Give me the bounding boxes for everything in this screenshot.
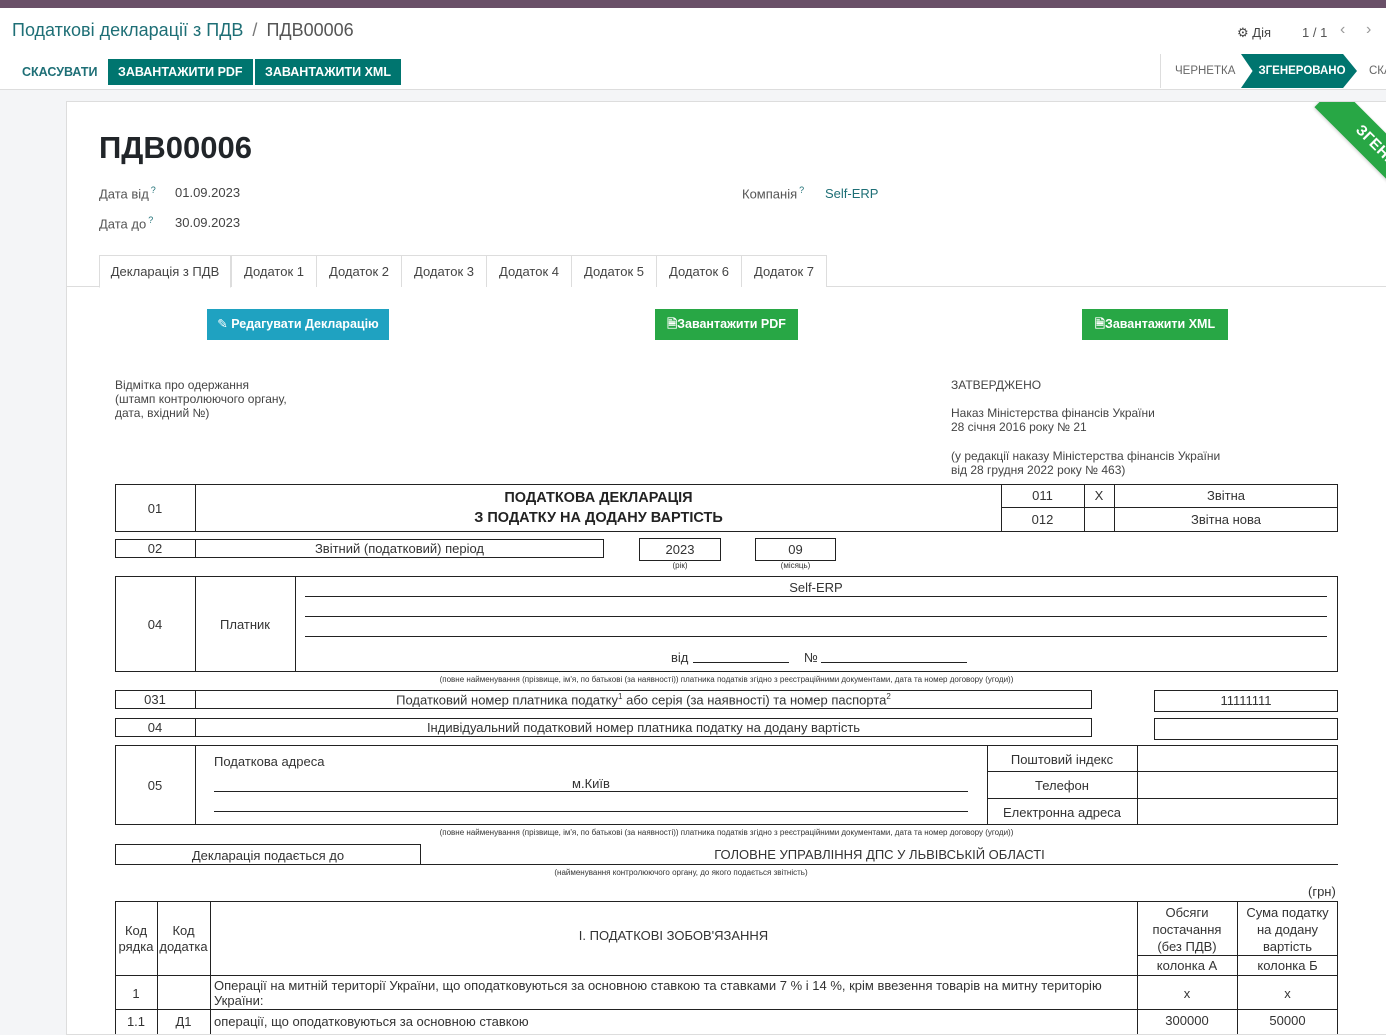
divider [214,791,968,792]
cancel-button[interactable]: СКАСУВАТИ [12,59,107,85]
authority-note: (найменування контролюючого органу, до я… [554,868,808,877]
row-col-b[interactable]: 50000 [1237,1013,1338,1028]
status-generated[interactable]: ЗГЕНЕРОВАНО [1241,54,1357,88]
status-draft[interactable]: ЧЕРНЕТКА [1175,54,1235,88]
declaration-form: Відмітка про одержання (штамп контролюючо… [67,102,1386,1034]
payer-name[interactable]: Self-ERP [305,580,1327,595]
download-pdf-button[interactable]: ЗАВАНТАЖИТИ PDF [108,59,253,85]
vat-id-field[interactable] [1154,718,1338,740]
divider [214,811,968,812]
row-appendix: Д1 [175,1014,192,1029]
section-1-title: І. ПОДАТКОВІ ЗОБОВ'ЯЗАННЯ [578,928,769,943]
order-note: Наказ Міністерства фінансів України 28 сі… [951,406,1155,434]
breadcrumb-parent[interactable]: Податкові декларації з ПДВ [12,20,243,40]
col-b-sub: колонка Б [1257,958,1318,973]
action-menu-label: Дія [1252,25,1272,40]
col-a-header: Обсяги постачання (без ПДВ) [1152,905,1222,954]
address-label: Податкова адреса [214,754,325,769]
row-05-code: 05 [147,778,163,793]
col-code-header: Код рядка [118,923,154,954]
stamp-note: Відмітка про одержання (штамп контролюючо… [115,378,287,420]
contract-date-label: від [671,650,689,665]
code-011: 011 [1032,488,1053,503]
row-code: 1.1 [126,1014,146,1029]
action-menu[interactable]: ⚙ Дія [1237,25,1271,41]
divider [305,636,1327,637]
col-appendix-header: Код додатка [159,923,208,954]
col-a-sub: колонка А [1156,958,1218,973]
divider [195,745,196,825]
divider [115,975,1338,976]
divider [115,1009,1338,1010]
row-01-code: 01 [147,501,163,516]
contract-number-field[interactable] [821,662,967,663]
top-navbar [0,0,1386,8]
address-note: (повне найменування (прізвище, ім'я, по … [439,828,1014,837]
email-label: Електронна адреса [1003,805,1121,820]
payer-note: (повне найменування (прізвище, ім'я, по … [439,675,1014,684]
status-cancelled[interactable]: СКА [1369,54,1386,88]
year-note: (рік) [672,561,688,570]
divider [1137,955,1338,956]
phone-label: Телефон [1035,778,1089,793]
order-revision-note: (у редакції наказу Міністерства фінансів… [951,449,1221,477]
row-description: Операції на митній території України, що… [214,978,1102,1008]
address-city[interactable]: м.Київ [214,776,968,791]
row-col-a: x [1183,986,1191,1001]
row-col-b: x [1284,986,1291,1001]
vat-id-label: Індивідуальний податковий номер платника… [426,720,861,735]
tax-id-label: Податковий номер платника податку1 або с… [396,692,891,708]
contract-number-label: № [804,650,818,665]
contract-date-field[interactable] [693,662,789,663]
month-note: (місяць) [780,561,811,570]
declaration-title-2: З ПОДАТКУ НА ДОДАНУ ВАРТІСТЬ [474,510,723,526]
report-type-regular: Звітна [1206,488,1245,503]
pager-value[interactable]: 1 / 1 [1302,25,1327,40]
breadcrumb-current: ПДВ00006 [266,20,354,40]
control-panel: Податкові декларації з ПДВ / ПДВ00006 ⚙ … [0,8,1386,90]
payer-label: Платник [220,617,270,632]
row-02-code: 02 [147,541,163,556]
submit-to-label: Декларація подається до [191,848,345,863]
download-xml-button[interactable]: ЗАВАНТАЖИТИ XML [255,59,401,85]
divider [1001,507,1338,508]
report-type-new: Звітна нова [1190,512,1262,527]
chevron-left-icon[interactable]: ‹ [1340,21,1345,39]
divider [987,798,1338,799]
breadcrumb-separator: / [252,20,258,40]
row-description: операції, що оподатковуються за основною… [214,1014,529,1029]
postal-code-label: Поштовий індекс [1010,752,1114,767]
divider [305,616,1327,617]
period-label: Звітний (податковий) період [314,541,485,556]
divider [1137,745,1138,825]
approved-label: ЗАТВЕРДЖЕНО [951,378,1042,392]
statusbar: ЧЕРНЕТКА ЗГЕНЕРОВАНО СКА [1160,54,1386,88]
currency-unit: (грн) [1308,884,1336,899]
month-field[interactable]: 09 [755,542,836,557]
divider [421,864,1338,865]
breadcrumb: Податкові декларації з ПДВ / ПДВ00006 [12,20,354,41]
year-field[interactable]: 2023 [639,542,721,557]
divider [295,576,296,672]
code-012: 012 [1031,512,1054,527]
tax-id-field[interactable]: 11111111 [1154,693,1338,708]
code-011-mark[interactable]: X [1084,488,1114,503]
row-code: 1 [132,986,140,1001]
tax-authority[interactable]: ГОЛОВНЕ УПРАВЛІННЯ ДПС У ЛЬВІВСЬКІЙ ОБЛА… [421,847,1338,862]
divider [305,596,1327,597]
col-b-header: Сума податку на додану вартість [1246,905,1329,954]
divider [210,901,211,1034]
declaration-title-1: ПОДАТКОВА ДЕКЛАРАЦІЯ [504,490,693,506]
row-col-a[interactable]: 300000 [1137,1013,1237,1028]
divider [987,771,1338,772]
row-04-code: 04 [147,617,163,632]
form-sheet: ЗГЕНЕРОВАНО ПДВ00006 Дата від? 01.09.202… [66,101,1386,1035]
gear-icon: ⚙ [1237,25,1249,40]
row-031-code: 031 [144,692,166,707]
row-04b-code: 04 [147,720,163,735]
chevron-right-icon[interactable]: › [1366,21,1371,39]
